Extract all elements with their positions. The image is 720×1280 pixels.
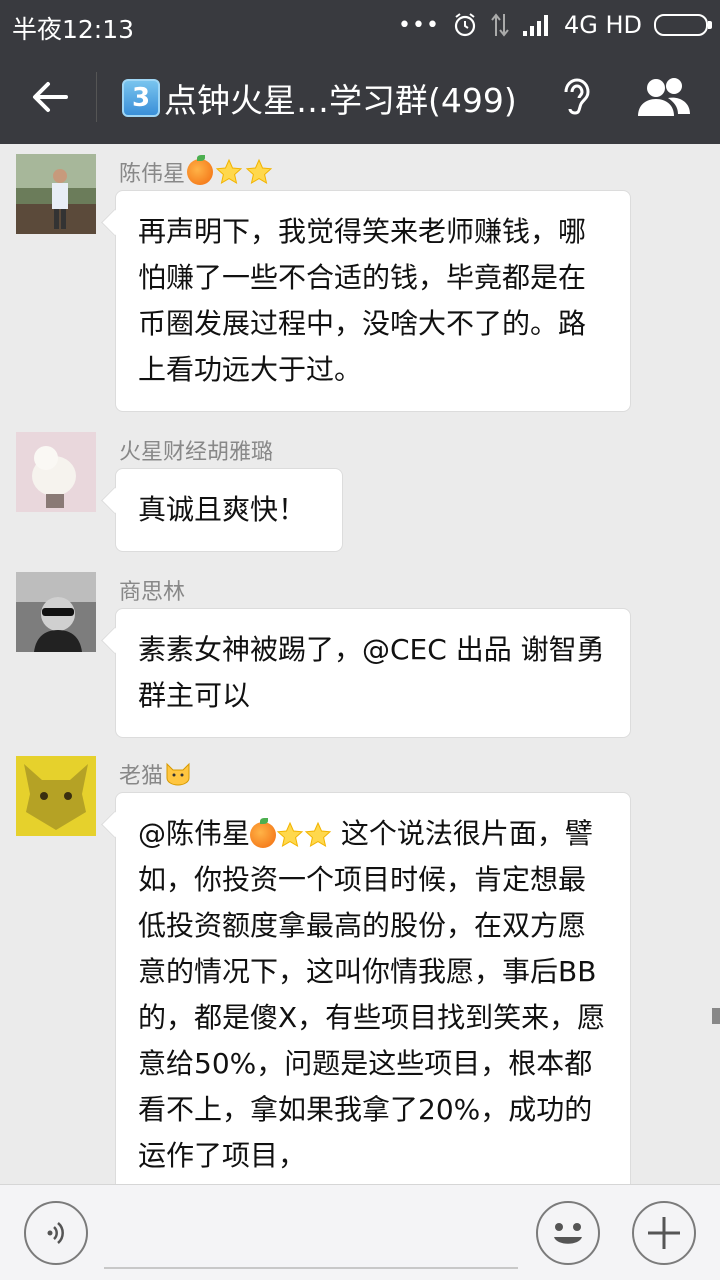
sender-name: 商思林 [119,580,186,605]
signal-icon [522,15,548,36]
more-button[interactable] [632,1201,696,1265]
more-dots-icon: ••• [398,12,440,38]
star-emoji [304,821,332,848]
avatar[interactable] [16,432,96,512]
network-label: 4G HD [563,11,642,39]
group-title: 点钟火星…学习群(499) [164,81,517,120]
message-input[interactable] [104,1201,518,1269]
battery-icon [654,14,712,36]
ear-icon[interactable] [560,76,592,118]
plus-icon [648,1217,680,1249]
emoji-icon [554,1223,582,1244]
input-bar [0,1184,720,1280]
keycap-badge: 3 [122,79,160,117]
sender-name: 火星财经胡雅璐 [119,440,274,465]
mention[interactable]: @陈伟星 [138,817,250,850]
message-bubble[interactable]: 素素女神被踢了，@CEC 出品 谢智勇 群主可以 [115,608,631,738]
cat-emoji [166,762,190,786]
status-icons: ••• 4G HD [398,8,712,42]
message-bubble[interactable]: @陈伟星 这个说法很片面，譬如，你投资一个项目时候，肯定想最低投资额度拿最高的股… [115,792,631,1184]
back-arrow-icon[interactable] [28,76,70,118]
star-emoji [245,158,273,185]
emoji-button[interactable] [536,1201,600,1265]
avatar[interactable] [16,572,96,652]
data-arrows-icon [491,13,509,37]
orange-emoji [250,818,277,848]
chat-title: 3 点钟火星…学习群(499) [122,74,517,122]
message-list[interactable]: 陈伟星 再声明下，我觉得笑来老师赚钱，哪怕赚了一些不合适的钱，毕竟都是在币圈发展… [0,144,720,1184]
alarm-icon [454,13,476,37]
orange-emoji [187,155,214,185]
avatar[interactable] [16,154,96,234]
chat-header: 3 点钟火星…学习群(499) [0,50,720,144]
avatar[interactable] [16,756,96,836]
status-bar: 半夜12:13 ••• 4G HD [0,0,720,50]
group-members-icon[interactable] [636,76,692,118]
sender-name: 老猫 [119,758,191,790]
scrollbar-thumb[interactable] [712,1008,720,1024]
voice-button[interactable] [24,1201,88,1265]
sender-name: 陈伟星 [119,155,273,188]
header-divider [96,72,97,122]
message-bubble[interactable]: 真诚且爽快！ [115,468,343,552]
star-emoji [276,821,304,848]
star-emoji [215,158,243,185]
voice-icon [47,1222,64,1244]
message-bubble[interactable]: 再声明下，我觉得笑来老师赚钱，哪怕赚了一些不合适的钱，毕竟都是在币圈发展过程中，… [115,190,631,412]
message-text: 这个说法很片面，譬如，你投资一个项目时候，肯定想最低投资额度拿最高的股份，在双方… [138,817,606,1172]
status-time: 半夜12:13 [12,15,135,44]
